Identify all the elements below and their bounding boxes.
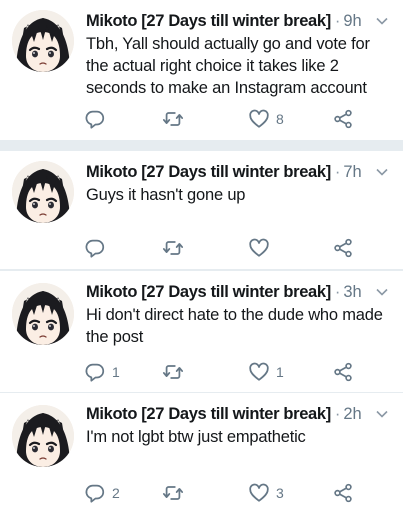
- share-button[interactable]: [332, 235, 354, 261]
- like-count: 3: [276, 485, 284, 501]
- tweet[interactable]: Mikoto [27 Days till winter break] · 7h Gu…: [0, 151, 403, 269]
- like-button[interactable]: [248, 235, 276, 261]
- tweet-text: Tbh, Yall should actually go and vote fo…: [86, 35, 370, 97]
- tweet[interactable]: Mikoto [27 Days till winter break] · 9h Tb…: [0, 0, 403, 140]
- anime-avatar-icon[interactable]: [12, 405, 74, 467]
- anime-avatar-icon[interactable]: [12, 161, 74, 223]
- display-name[interactable]: Mikoto [27 Days till winter break]: [86, 12, 331, 30]
- reply-button[interactable]: [84, 235, 112, 261]
- tweet-text: I'm not lgbt btw just empathetic: [86, 428, 306, 446]
- display-name[interactable]: Mikoto [27 Days till winter break]: [86, 283, 331, 301]
- heart-icon: [249, 109, 269, 128]
- anime-avatar-icon[interactable]: [12, 283, 74, 345]
- like-count: 8: [276, 111, 284, 127]
- retweet-icon: [162, 486, 184, 500]
- action-bar: 1 1: [78, 359, 363, 385]
- timestamp[interactable]: 2h: [343, 405, 361, 423]
- retweet-icon: [162, 112, 184, 126]
- reply-count: 1: [112, 364, 120, 380]
- reply-count: 2: [112, 485, 120, 501]
- reply-button[interactable]: [84, 106, 112, 132]
- reply-icon: [85, 484, 105, 503]
- reply-button[interactable]: 2: [84, 480, 120, 506]
- anime-avatar-icon[interactable]: [12, 10, 74, 72]
- timestamp[interactable]: 7h: [343, 163, 361, 181]
- like-button[interactable]: 8: [248, 106, 284, 132]
- reply-icon: [85, 363, 105, 382]
- chevron-down-icon[interactable]: [375, 285, 389, 299]
- retweet-button[interactable]: [162, 235, 190, 261]
- share-icon: [334, 362, 352, 382]
- timestamp[interactable]: 9h: [343, 12, 361, 30]
- share-button[interactable]: [332, 359, 354, 385]
- share-icon: [334, 483, 352, 503]
- tweet-header: Mikoto [27 Days till winter break] · 2h: [86, 403, 393, 425]
- share-icon: [334, 238, 352, 258]
- separator-dot: ·: [334, 163, 341, 181]
- tweet-text: Hi don't direct hate to the dude who mad…: [86, 306, 383, 346]
- tweet[interactable]: Mikoto [27 Days till winter break] · 3h Hi…: [0, 271, 403, 392]
- chevron-down-icon[interactable]: [375, 165, 389, 179]
- display-name[interactable]: Mikoto [27 Days till winter break]: [86, 405, 331, 423]
- like-count: 1: [276, 364, 284, 380]
- separator-dot: ·: [334, 12, 341, 30]
- heart-icon: [249, 362, 269, 381]
- separator-dot: ·: [334, 405, 341, 423]
- action-bar: 2 3: [78, 480, 363, 506]
- chevron-down-icon[interactable]: [375, 407, 389, 421]
- tweet-text: Guys it hasn't gone up: [86, 186, 246, 204]
- action-bar: [78, 235, 363, 261]
- timestamp[interactable]: 3h: [343, 283, 361, 301]
- retweet-button[interactable]: [162, 480, 190, 506]
- retweet-icon: [162, 365, 184, 379]
- retweet-icon: [162, 241, 184, 255]
- reply-icon: [85, 110, 105, 129]
- tweet-header: Mikoto [27 Days till winter break] · 3h: [86, 281, 393, 303]
- heart-icon: [249, 238, 269, 257]
- like-button[interactable]: 3: [248, 480, 284, 506]
- heart-icon: [249, 483, 269, 502]
- reply-button[interactable]: 1: [84, 359, 120, 385]
- retweet-button[interactable]: [162, 106, 190, 132]
- tweet[interactable]: Mikoto [27 Days till winter break] · 2h I'…: [0, 393, 403, 512]
- chevron-down-icon[interactable]: [375, 14, 389, 28]
- tweet-feed: Mikoto [27 Days till winter break] · 9h Tb…: [0, 0, 403, 512]
- share-button[interactable]: [332, 106, 354, 132]
- display-name[interactable]: Mikoto [27 Days till winter break]: [86, 163, 331, 181]
- separator-dot: ·: [334, 283, 341, 301]
- share-button[interactable]: [332, 480, 354, 506]
- tweet-header: Mikoto [27 Days till winter break] · 9h: [86, 10, 393, 32]
- tweet-header: Mikoto [27 Days till winter break] · 7h: [86, 161, 393, 183]
- retweet-button[interactable]: [162, 359, 190, 385]
- reply-icon: [85, 239, 105, 258]
- like-button[interactable]: 1: [248, 359, 284, 385]
- action-bar: 8: [78, 106, 363, 132]
- share-icon: [334, 109, 352, 129]
